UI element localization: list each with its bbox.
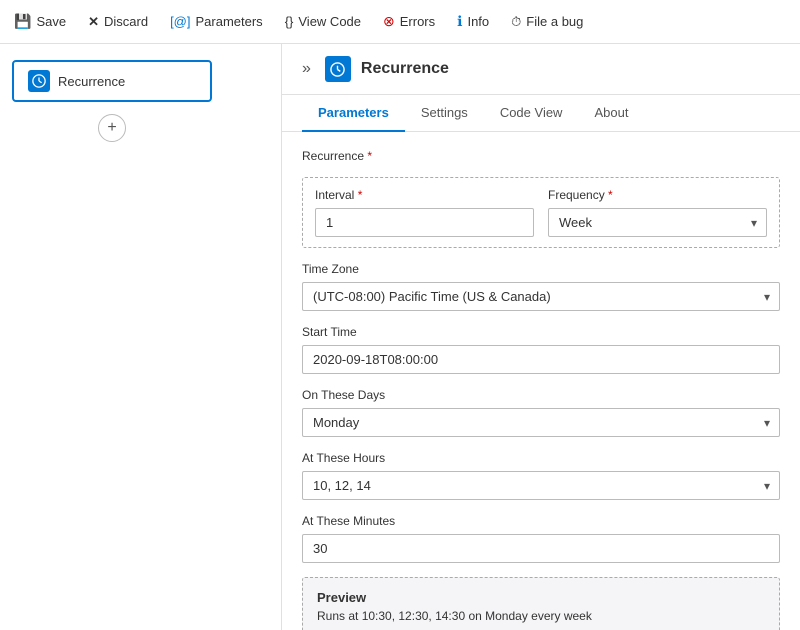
errors-label: Errors	[400, 14, 435, 29]
tab-settings[interactable]: Settings	[405, 95, 484, 132]
on-these-days-select[interactable]: Sunday Monday Tuesday Wednesday Thursday…	[302, 408, 780, 437]
interval-field-group: Interval *	[315, 188, 534, 237]
interval-input[interactable]	[315, 208, 534, 237]
content-area: Recurrence * Interval * F	[282, 132, 800, 630]
recurrence-node[interactable]: Recurrence	[12, 60, 212, 102]
on-these-days-select-wrapper: Sunday Monday Tuesday Wednesday Thursday…	[302, 408, 780, 437]
time-zone-select[interactable]: (UTC-08:00) Pacific Time (US & Canada) (…	[302, 282, 780, 311]
time-zone-label: Time Zone	[302, 262, 780, 276]
right-panel-title: Recurrence	[361, 60, 449, 78]
view-code-button[interactable]: {} View Code	[283, 10, 363, 33]
toolbar: 💾 Save ✕ Discard [@] Parameters {} View …	[0, 0, 800, 44]
node-clock-icon	[28, 70, 50, 92]
frequency-label: Frequency	[548, 188, 605, 202]
at-these-minutes-label: At These Minutes	[302, 514, 780, 528]
interval-frequency-box: Interval * Frequency * Second Minute	[302, 177, 780, 248]
parameters-button[interactable]: [@] Parameters	[168, 10, 265, 33]
tab-about[interactable]: About	[578, 95, 644, 132]
save-icon: 💾	[14, 13, 31, 30]
info-icon: ℹ	[457, 13, 462, 30]
frequency-select[interactable]: Second Minute Hour Day Week Month	[548, 208, 767, 237]
at-these-minutes-field-group: At These Minutes	[302, 514, 780, 563]
save-label: Save	[36, 14, 66, 29]
time-zone-field-group: Time Zone (UTC-08:00) Pacific Time (US &…	[302, 262, 780, 311]
start-time-input[interactable]	[302, 345, 780, 374]
discard-label: Discard	[104, 14, 148, 29]
frequency-field-group: Frequency * Second Minute Hour Day Week …	[548, 188, 767, 237]
file-bug-button[interactable]: ⏱ File a bug	[509, 10, 585, 34]
tabs-bar: Parameters Settings Code View About	[282, 95, 800, 132]
parameters-label: Parameters	[195, 14, 262, 29]
save-button[interactable]: 💾 Save	[12, 9, 68, 34]
header-clock-icon	[325, 56, 351, 82]
frequency-select-wrapper: Second Minute Hour Day Week Month ▾	[548, 208, 767, 237]
file-bug-label: File a bug	[526, 14, 583, 29]
tab-parameters[interactable]: Parameters	[302, 95, 405, 132]
interval-frequency-row: Interval * Frequency * Second Minute	[315, 188, 767, 237]
interval-required: *	[354, 188, 362, 202]
add-icon: +	[107, 119, 116, 137]
preview-text: Runs at 10:30, 12:30, 14:30 on Monday ev…	[317, 609, 765, 623]
at-these-hours-select-wrapper: 10, 12, 14 ▾	[302, 471, 780, 500]
right-panel-header: » Recurrence	[282, 44, 800, 95]
recurrence-required: *	[364, 149, 372, 163]
start-time-label: Start Time	[302, 325, 780, 339]
preview-title: Preview	[317, 590, 765, 605]
node-label: Recurrence	[58, 74, 125, 89]
tab-code-view[interactable]: Code View	[484, 95, 579, 132]
main-layout: Recurrence + » Recurrence Parameters Set…	[0, 44, 800, 630]
discard-icon: ✕	[88, 14, 99, 30]
view-code-icon: {}	[285, 14, 294, 29]
at-these-hours-select[interactable]: 10, 12, 14	[302, 471, 780, 500]
on-these-days-label: On These Days	[302, 388, 780, 402]
frequency-required: *	[605, 188, 613, 202]
interval-label: Interval	[315, 188, 354, 202]
recurrence-label: Recurrence	[302, 149, 364, 163]
info-button[interactable]: ℹ Info	[455, 9, 491, 34]
left-panel: Recurrence +	[0, 44, 282, 630]
file-bug-icon: ⏱	[511, 14, 521, 30]
add-step-button[interactable]: +	[98, 114, 126, 142]
time-zone-select-wrapper: (UTC-08:00) Pacific Time (US & Canada) (…	[302, 282, 780, 311]
discard-button[interactable]: ✕ Discard	[86, 10, 150, 34]
info-label: Info	[467, 14, 489, 29]
collapse-button[interactable]: »	[302, 60, 311, 78]
right-panel: » Recurrence Parameters Settings Code Vi…	[282, 44, 800, 630]
at-these-hours-field-group: At These Hours 10, 12, 14 ▾	[302, 451, 780, 500]
errors-icon: ⊗	[383, 13, 395, 30]
errors-button[interactable]: ⊗ Errors	[381, 9, 437, 34]
view-code-label: View Code	[298, 14, 361, 29]
at-these-minutes-input[interactable]	[302, 534, 780, 563]
preview-box: Preview Runs at 10:30, 12:30, 14:30 on M…	[302, 577, 780, 630]
on-these-days-field-group: On These Days Sunday Monday Tuesday Wedn…	[302, 388, 780, 437]
start-time-field-group: Start Time	[302, 325, 780, 374]
at-these-hours-label: At These Hours	[302, 451, 780, 465]
parameters-icon: [@]	[170, 14, 190, 29]
recurrence-section-label: Recurrence *	[302, 148, 780, 163]
